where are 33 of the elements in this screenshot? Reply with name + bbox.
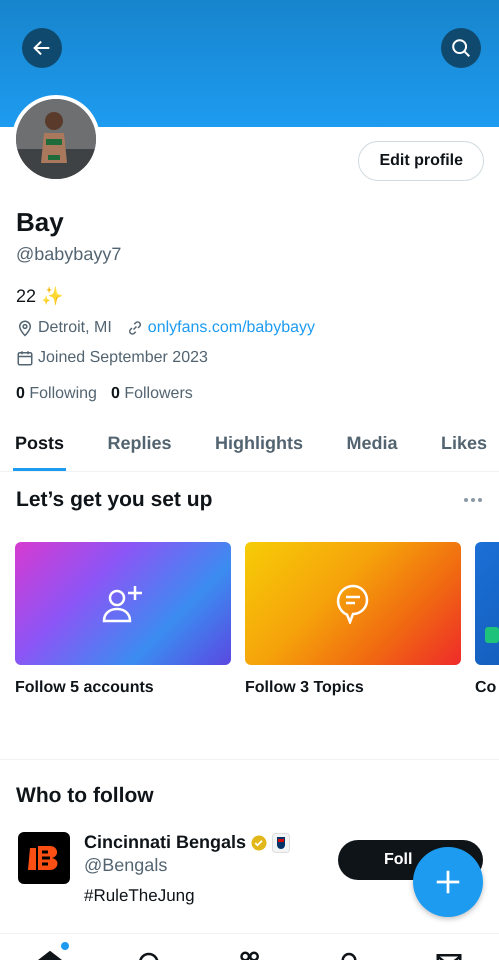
calendar-icon (16, 349, 34, 367)
location-pin-icon (16, 319, 34, 337)
search-button[interactable] (441, 28, 481, 68)
joined-date: Joined September 2023 (38, 349, 208, 367)
account-name: Cincinnati Bengals (84, 832, 246, 853)
section-title: Let’s get you set up (16, 488, 212, 512)
badge-icon (485, 627, 499, 643)
location-text: Detroit, MI (38, 319, 112, 337)
setup-card-label: Follow 5 accounts (15, 679, 154, 697)
profile-bio: 22 ✨ (16, 285, 64, 307)
back-button[interactable] (22, 28, 62, 68)
setup-card-label: Follow 3 Topics (245, 679, 364, 697)
search-icon (450, 37, 472, 59)
add-person-icon (101, 584, 145, 624)
team-logo (18, 832, 70, 884)
more-icon[interactable] (463, 497, 483, 503)
profile-tab[interactable]: Posts (13, 423, 66, 471)
profile-handle: @babybayy7 (16, 244, 122, 265)
following-count[interactable]: 0 Following (16, 385, 97, 403)
shield-icon (272, 832, 290, 852)
profile-tab[interactable]: Highlights (213, 423, 305, 471)
account-bio: #RuleTheJung (84, 886, 196, 906)
setup-card-label: Co (475, 679, 496, 697)
followers-count[interactable]: 0 Followers (110, 385, 193, 403)
account-handle: @Bengals (84, 855, 168, 876)
profile-tab[interactable]: Likes (438, 423, 489, 471)
profile-tab[interactable]: Replies (106, 423, 174, 471)
compose-button[interactable] (413, 847, 483, 917)
profile-tab[interactable]: Media (344, 423, 400, 471)
edit-profile-button[interactable]: Edit profile (358, 141, 484, 181)
chat-bubble-icon (336, 584, 370, 624)
profile-name: Bay (16, 207, 65, 238)
section-title: Who to follow (16, 784, 154, 808)
